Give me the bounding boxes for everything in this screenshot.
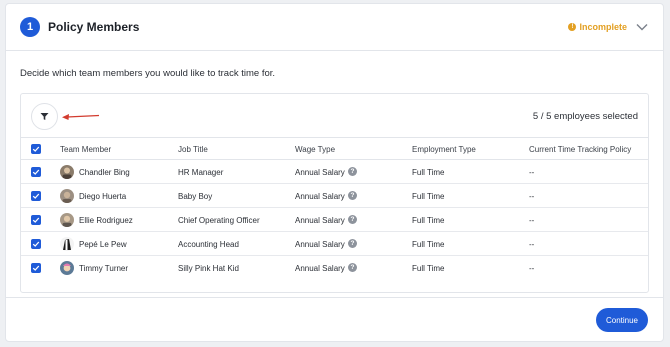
- avatar: [60, 213, 74, 227]
- card-title: Policy Members: [48, 20, 140, 34]
- help-icon[interactable]: ?: [348, 215, 357, 224]
- wage-type: Annual Salary: [295, 216, 345, 225]
- job-title: HR Manager: [178, 168, 224, 177]
- current-policy: --: [529, 264, 535, 273]
- checkmark-icon: [32, 146, 40, 152]
- column-header-wage-type[interactable]: Wage Type: [295, 145, 335, 154]
- warning-circle-icon: !: [568, 23, 577, 31]
- checkmark-icon: [32, 265, 40, 271]
- table-row[interactable]: Pepé Le Pew Accounting Head Annual Salar…: [21, 232, 648, 256]
- avatar: [60, 189, 74, 203]
- wage-type: Annual Salary: [295, 168, 345, 177]
- filter-button[interactable]: [31, 103, 58, 130]
- help-icon[interactable]: ?: [348, 239, 357, 248]
- checkmark-icon: [32, 241, 40, 247]
- job-title: Baby Boy: [178, 192, 213, 201]
- column-header-team-member[interactable]: Team Member: [60, 145, 111, 154]
- select-all-checkbox[interactable]: [31, 144, 41, 154]
- help-icon[interactable]: ?: [348, 191, 357, 200]
- chevron-down-icon[interactable]: [635, 20, 649, 34]
- current-policy: --: [529, 168, 535, 177]
- checkmark-icon: [32, 217, 40, 223]
- column-header-job-title[interactable]: Job Title: [178, 145, 208, 154]
- help-icon[interactable]: ?: [348, 167, 357, 176]
- current-policy: --: [529, 192, 535, 201]
- table-row[interactable]: Timmy Turner Silly Pink Hat Kid Annual S…: [21, 256, 648, 280]
- member-name: Ellie Rodriguez: [79, 216, 133, 225]
- policy-members-card: 1 Policy Members ! Incomplete Decide whi…: [5, 3, 664, 342]
- avatar: [60, 261, 74, 275]
- current-policy: --: [529, 216, 535, 225]
- status-indicator: ! Incomplete: [568, 22, 627, 32]
- job-title: Accounting Head: [178, 240, 239, 249]
- member-name: Diego Huerta: [79, 192, 127, 201]
- avatar: [60, 165, 74, 179]
- filter-icon: [40, 113, 49, 120]
- wage-type: Annual Salary: [295, 240, 345, 249]
- checkmark-icon: [32, 169, 40, 175]
- footer-divider: [6, 297, 663, 298]
- current-policy: --: [529, 240, 535, 249]
- avatar: [60, 237, 74, 251]
- table-row[interactable]: Chandler Bing HR Manager Annual Salary ?…: [21, 160, 648, 184]
- step-number-badge: 1: [20, 17, 40, 37]
- help-icon[interactable]: ?: [348, 263, 357, 272]
- employment-type: Full Time: [412, 168, 445, 177]
- employment-type: Full Time: [412, 192, 445, 201]
- selected-count: 5 / 5 employees selected: [532, 111, 638, 122]
- continue-button[interactable]: Continue: [596, 308, 648, 332]
- row-checkbox[interactable]: [31, 191, 41, 201]
- column-header-policy[interactable]: Current Time Tracking Policy: [529, 145, 631, 154]
- members-table-panel: 5 / 5 employees selected Team Member Job…: [20, 93, 649, 293]
- table-row[interactable]: Ellie Rodriguez Chief Operating Officer …: [21, 208, 648, 232]
- row-checkbox[interactable]: [31, 215, 41, 225]
- wage-type: Annual Salary: [295, 192, 345, 201]
- wage-type: Annual Salary: [295, 264, 345, 273]
- row-checkbox[interactable]: [31, 263, 41, 273]
- column-header-employment-type[interactable]: Employment Type: [412, 145, 476, 154]
- status-label: Incomplete: [579, 22, 627, 32]
- row-checkbox[interactable]: [31, 167, 41, 177]
- member-name: Pepé Le Pew: [79, 240, 127, 249]
- annotation-arrow-icon: [62, 114, 100, 120]
- table-header-row: Team Member Job Title Wage Type Employme…: [21, 137, 648, 160]
- card-header[interactable]: 1 Policy Members ! Incomplete: [6, 4, 663, 51]
- description-text: Decide which team members you would like…: [20, 68, 276, 79]
- checkmark-icon: [32, 193, 40, 199]
- member-name: Timmy Turner: [79, 264, 129, 273]
- member-name: Chandler Bing: [79, 168, 130, 177]
- table-row[interactable]: Diego Huerta Baby Boy Annual Salary ? Fu…: [21, 184, 648, 208]
- row-checkbox[interactable]: [31, 239, 41, 249]
- employment-type: Full Time: [412, 264, 445, 273]
- job-title: Chief Operating Officer: [178, 216, 260, 225]
- job-title: Silly Pink Hat Kid: [178, 264, 239, 273]
- employment-type: Full Time: [412, 216, 445, 225]
- employment-type: Full Time: [412, 240, 445, 249]
